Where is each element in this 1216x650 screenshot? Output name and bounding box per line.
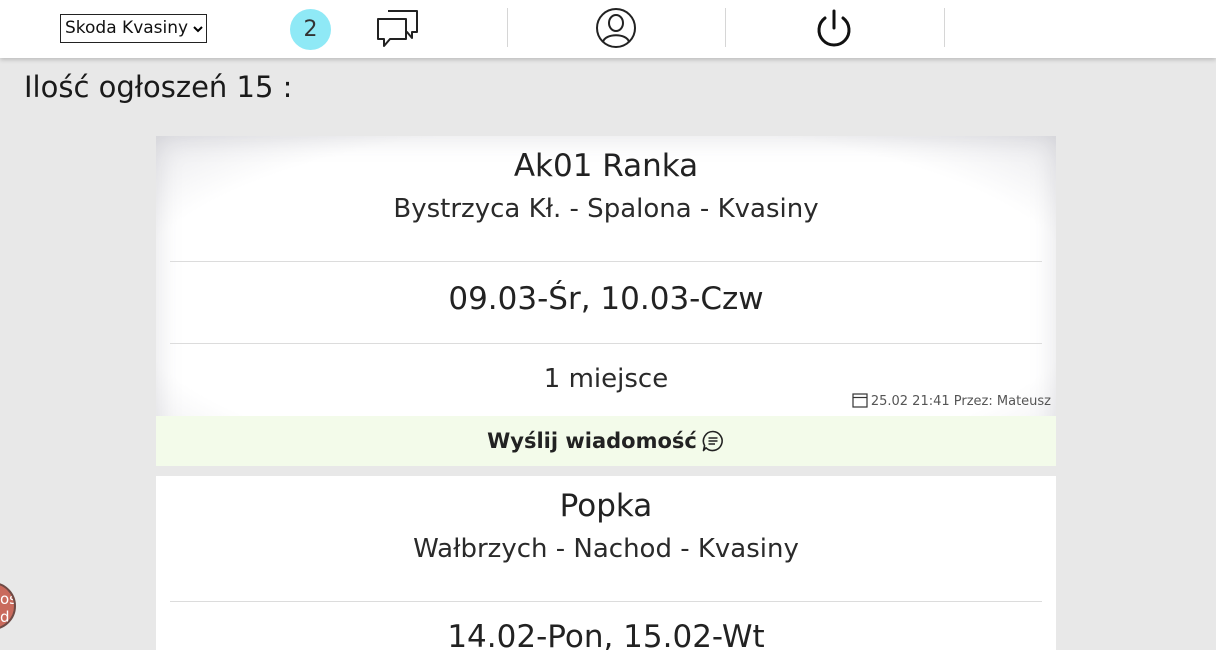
divider <box>170 261 1042 262</box>
listing-card: Ak01 Ranka Bystrzyca Kł. - Spalona - Kva… <box>156 136 1056 466</box>
chevron-down-icon <box>193 26 203 33</box>
power-icon[interactable] <box>812 7 856 51</box>
top-navigation-bar: Skoda Kvasiny 2 <box>0 0 1216 58</box>
page-heading: Ilość ogłoszeń 15 : <box>24 70 293 104</box>
nav-separator <box>725 8 726 47</box>
divider <box>170 601 1042 602</box>
company-select-value: Skoda Kvasiny <box>65 18 189 38</box>
company-select[interactable]: Skoda Kvasiny <box>60 14 207 43</box>
listing-title: Popka <box>559 488 653 524</box>
listing-route: Bystrzyca Kł. - Spalona - Kvasiny <box>393 194 819 224</box>
calendar-icon <box>852 393 868 408</box>
messages-count-badge[interactable]: 2 <box>290 9 331 50</box>
listing-posted-text: 25.02 21:41 Przez: Mateusz <box>870 394 1051 409</box>
listing-dates: 14.02-Pon, 15.02-Wt <box>447 619 765 650</box>
divider <box>170 343 1042 344</box>
send-message-button[interactable]: Wyślij wiadomość <box>156 416 1056 466</box>
send-message-label: Wyślij wiadomość <box>487 429 697 453</box>
floating-widget-avatar[interactable]: os d <box>0 582 16 630</box>
floating-widget-text: os d <box>0 590 16 626</box>
nav-separator <box>507 8 508 47</box>
nav-separator <box>944 8 945 47</box>
chat-bubbles-icon[interactable] <box>376 8 420 48</box>
listing-route: Wałbrzych - Nachod - Kvasiny <box>413 534 799 564</box>
listing-title: Ak01 Ranka <box>513 148 699 184</box>
listing-posted-meta: 25.02 21:41 Przez: Mateusz <box>852 392 1051 409</box>
chat-icon <box>702 430 723 452</box>
listing-dates: 09.03-Śr, 10.03-Czw <box>448 281 764 317</box>
listing-seats: 1 miejsce <box>543 364 669 394</box>
user-profile-icon[interactable] <box>595 7 637 49</box>
listing-card: Popka Wałbrzych - Nachod - Kvasiny 14.02… <box>156 476 1056 650</box>
messages-count: 2 <box>303 17 318 42</box>
